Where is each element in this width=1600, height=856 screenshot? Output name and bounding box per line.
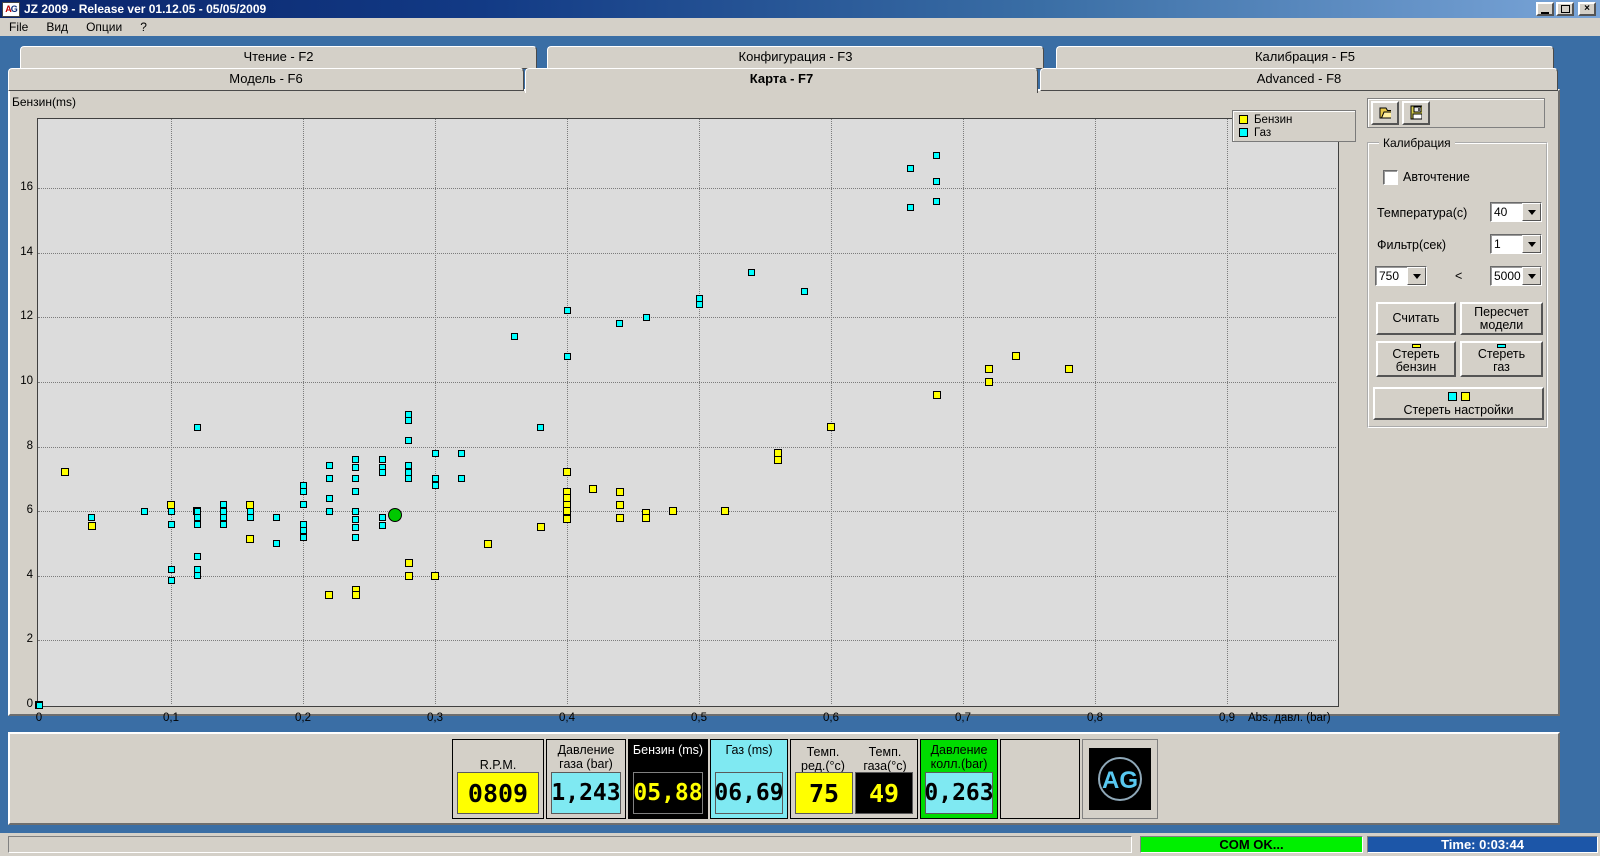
rpm-value: 0809 <box>457 772 539 814</box>
chevron-down-icon[interactable] <box>1522 235 1541 253</box>
open-folder-icon <box>1379 105 1391 121</box>
temp-gas-value: 49 <box>855 772 913 814</box>
temp-reducer-value: 75 <box>795 772 853 814</box>
rpm-cell: R.P.M. 0809 <box>452 739 544 819</box>
temperature-label: Температура(с) <box>1377 206 1467 220</box>
gas-ms-label: Газ (ms) <box>711 740 787 757</box>
autoread-label: Авточтение <box>1403 170 1470 184</box>
chevron-down-icon[interactable] <box>1522 267 1541 285</box>
gas-ms-cell: Газ (ms) 06,69 <box>710 739 788 819</box>
tab-config-f3[interactable]: Конфигурация - F3 <box>547 46 1044 69</box>
benzin-ms-label: Бензин (ms) <box>629 740 707 757</box>
manifold-pressure-cell: Давление колл.(bar) 0,263 <box>920 739 998 819</box>
minimize-icon <box>1541 9 1549 14</box>
chevron-down-icon[interactable] <box>1407 267 1426 285</box>
window-title: JZ 2009 - Release ver 01.12.05 - 05/05/2… <box>24 2 266 16</box>
title-bar: AG JZ 2009 - Release ver 01.12.05 - 05/0… <box>0 0 1600 18</box>
benzin-ms-cell: Бензин (ms) 05,88 <box>628 739 708 819</box>
filter-select[interactable]: 1 <box>1490 234 1542 254</box>
spare-cell <box>1000 739 1080 819</box>
save-floppy-icon <box>1410 105 1422 121</box>
temperature-select[interactable]: 40 <box>1490 202 1542 222</box>
legend-swatch-icon <box>1239 115 1248 124</box>
chart-plot-area <box>37 118 1339 707</box>
filter-label: Фильтр(сек) <box>1377 238 1446 252</box>
restore-button[interactable] <box>1556 2 1574 16</box>
read-button[interactable]: Считать <box>1376 302 1456 335</box>
y-axis-title: Бензин(ms) <box>12 95 76 109</box>
tab-map-f7[interactable]: Карта - F7 <box>525 68 1038 93</box>
chart-legend: БензинГаз <box>1232 110 1356 142</box>
rpm-high-select[interactable]: 5000 <box>1490 266 1542 286</box>
open-file-button[interactable] <box>1371 101 1399 125</box>
legend-row: Газ <box>1239 126 1355 139</box>
rpm-range-separator: < <box>1455 269 1462 283</box>
calibration-group: Калибрация Авточтение Температура(с) 40 … <box>1367 142 1548 428</box>
svg-text:AG: AG <box>1102 767 1138 794</box>
menu-bar: FileВидОпции? <box>0 18 1600 36</box>
menu-item-help[interactable]: ? <box>131 19 156 35</box>
gas-pressure-cell: Давление газа (bar) 1,243 <box>546 739 626 819</box>
ag-logo: AG <box>1089 748 1151 810</box>
recalc-model-button[interactable]: Пересчет модели <box>1460 302 1543 335</box>
time-status: Time: 0:03:44 <box>1367 836 1598 853</box>
legend-label: Бензин <box>1254 114 1292 126</box>
autoread-checkbox[interactable] <box>1383 170 1398 185</box>
manifold-pressure-label: Давление колл.(bar) <box>921 740 997 771</box>
legend-swatch-icon <box>1239 128 1248 137</box>
calibration-group-title: Калибрация <box>1379 136 1455 150</box>
gas-ms-value: 06,69 <box>715 772 783 814</box>
legend-row: Бензин <box>1239 113 1355 126</box>
tab-calibration-f5[interactable]: Калибрация - F5 <box>1056 46 1554 69</box>
erase-benzin-button[interactable]: Стереть бензин <box>1376 341 1456 377</box>
rpm-label: R.P.M. <box>453 740 543 772</box>
temperature-cell: Темп. ред.(°c) Темп. газа(°c) 75 49 <box>790 739 918 819</box>
status-segment-empty <box>8 836 1132 853</box>
com-status: COM OK... <box>1140 836 1363 853</box>
restore-icon <box>1561 5 1570 13</box>
logo-cell: AG <box>1082 739 1158 819</box>
status-bar: COM OK... Time: 0:03:44 <box>0 833 1600 856</box>
close-button[interactable]: × <box>1578 2 1596 16</box>
legend-label: Газ <box>1254 127 1271 139</box>
menu-item-view[interactable]: Вид <box>37 19 77 35</box>
erase-gas-button[interactable]: Стереть газ <box>1460 341 1543 377</box>
gas-color-icon <box>1448 392 1457 401</box>
erase-settings-button[interactable]: Стереть настройки <box>1373 387 1544 420</box>
rpm-low-select[interactable]: 750 <box>1375 266 1427 286</box>
file-toolbar <box>1367 98 1545 128</box>
chevron-down-icon[interactable] <box>1522 203 1541 221</box>
telemetry-panel: R.P.M. 0809 Давление газа (bar) 1,243 Бе… <box>8 732 1560 825</box>
menu-item-file[interactable]: File <box>0 19 37 35</box>
temp-gas-label: Темп. газа(°c) <box>855 742 915 773</box>
gas-pressure-label: Давление газа (bar) <box>547 740 625 771</box>
benzin-color-icon <box>1461 392 1470 401</box>
menu-item-options[interactable]: Опции <box>77 19 131 35</box>
benzin-ms-value: 05,88 <box>633 772 703 814</box>
manifold-pressure-value: 0,263 <box>925 772 993 814</box>
tab-reading-f2[interactable]: Чтение - F2 <box>20 46 537 69</box>
tab-model-f6[interactable]: Модель - F6 <box>8 68 524 91</box>
tab-advanced-f8[interactable]: Advanced - F8 <box>1040 68 1558 91</box>
gas-pressure-value: 1,243 <box>551 772 621 814</box>
minimize-button[interactable] <box>1536 2 1554 16</box>
save-button[interactable] <box>1402 101 1430 125</box>
temp-reducer-label: Темп. ред.(°c) <box>793 742 853 773</box>
app-icon: AG <box>2 2 20 17</box>
